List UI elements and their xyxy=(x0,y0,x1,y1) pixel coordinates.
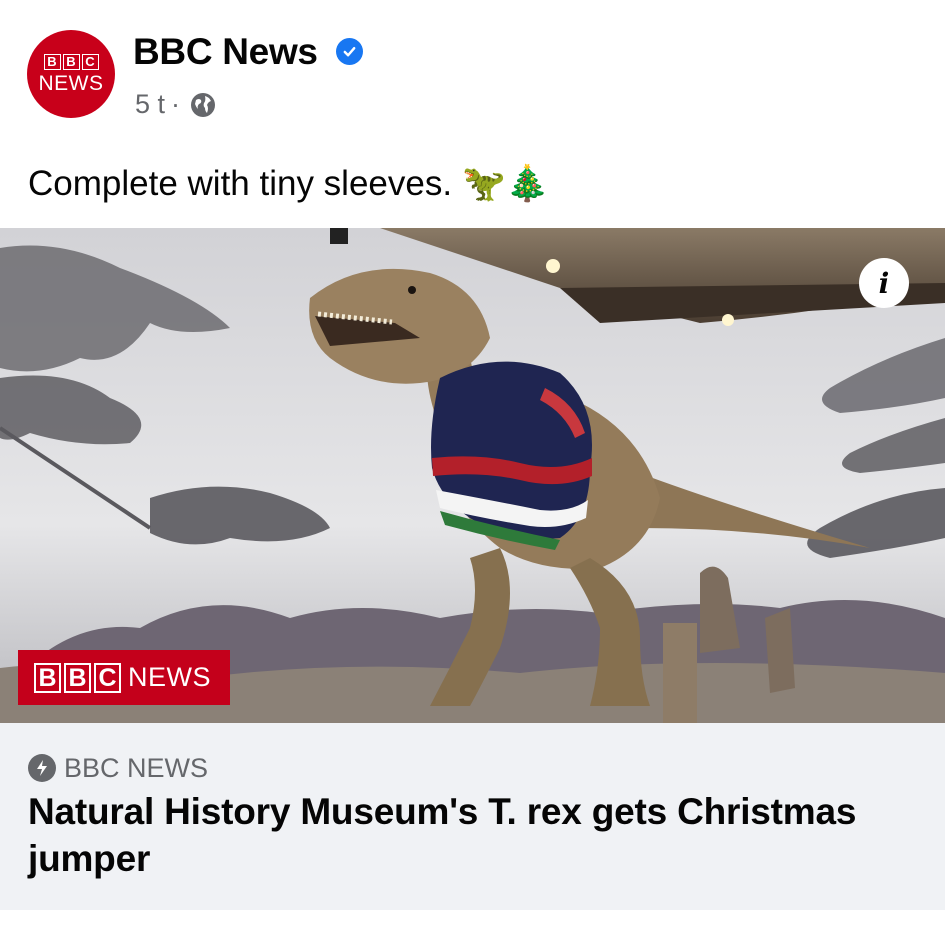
globe-icon xyxy=(190,91,216,117)
post-image[interactable] xyxy=(0,228,945,723)
avatar-news-text: NEWS xyxy=(38,72,104,95)
avatar-block-c: C xyxy=(81,54,99,70)
avatar-block-b2: B xyxy=(62,54,80,70)
badge-block-b1: B xyxy=(34,662,61,693)
info-icon[interactable]: i xyxy=(859,258,909,308)
badge-block-b2: B xyxy=(64,662,91,693)
meta-separator: · xyxy=(171,89,181,119)
badge-news-text: NEWS xyxy=(128,662,211,692)
verified-icon xyxy=(336,38,363,65)
post-caption: Complete with tiny sleeves. 🦖🎄 xyxy=(28,160,549,208)
caption-emojis: 🦖🎄 xyxy=(462,164,550,203)
page-name[interactable]: BBC News xyxy=(133,30,318,74)
link-headline[interactable]: Natural History Museum's T. rex gets Chr… xyxy=(28,788,918,882)
badge-block-c: C xyxy=(94,662,121,693)
post-time[interactable]: 5 t xyxy=(135,86,165,122)
link-source: BBC NEWS xyxy=(28,752,208,784)
caption-text: Complete with tiny sleeves. xyxy=(28,164,453,203)
avatar-bbc-logo: B B C xyxy=(43,54,99,70)
bbc-news-badge: B B C NEWS xyxy=(18,650,230,705)
page-avatar[interactable]: B B C NEWS xyxy=(27,30,115,118)
badge-bbc-blocks: B B C xyxy=(34,662,121,693)
news-source-icon xyxy=(28,754,56,782)
post-meta: 5 t · xyxy=(135,86,216,122)
avatar-block-b1: B xyxy=(43,54,61,70)
trex-photo-illustration xyxy=(0,228,945,723)
facebook-post: B B C NEWS BBC News 5 t · Complete with … xyxy=(0,0,945,928)
source-name: BBC NEWS xyxy=(64,753,209,783)
